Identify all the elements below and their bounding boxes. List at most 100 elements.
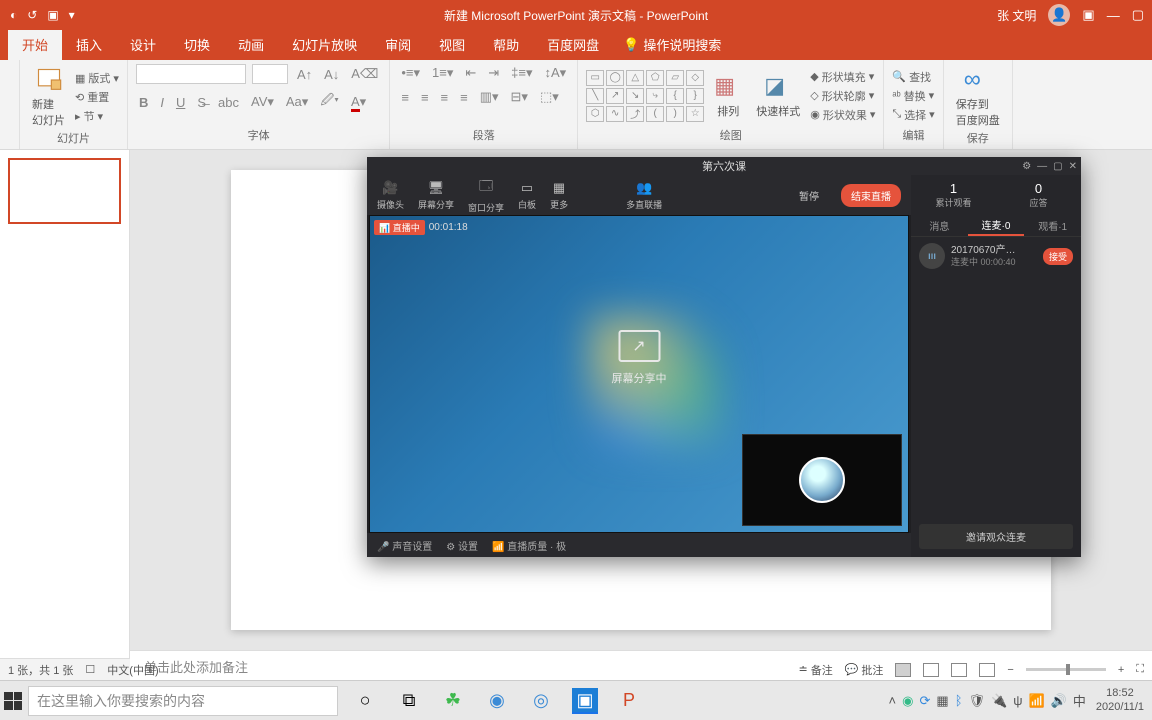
tab-transitions[interactable]: 切换 (170, 29, 224, 60)
tab-watch[interactable]: 观看·1 (1024, 215, 1081, 236)
align-center-button[interactable]: ≡ (418, 89, 432, 106)
find-button[interactable]: 🔍查找 (892, 69, 934, 85)
slideshow-view-button[interactable] (979, 663, 995, 677)
tray-app-icon[interactable]: ▦ (936, 693, 948, 709)
spacing-button[interactable]: AV▾ (248, 93, 277, 111)
font-color-button[interactable]: A▾ (348, 93, 369, 111)
reading-view-button[interactable] (951, 663, 967, 677)
clear-format-icon[interactable]: A⌫ (348, 65, 381, 83)
user-avatar-icon[interactable]: 👤 (1048, 4, 1070, 26)
select-button[interactable]: ⤡选择▾ (892, 107, 934, 123)
save-to-baidu-button[interactable]: ∞ 保存到 百度网盘 (952, 64, 1004, 130)
browser-icon-1[interactable]: ◉ (484, 688, 510, 714)
shadow-button[interactable]: abc (215, 94, 242, 111)
whiteboard-button[interactable]: ▭白板 (518, 180, 536, 211)
zoom-in-button[interactable]: + (1118, 664, 1124, 676)
increase-font-icon[interactable]: A↑ (294, 66, 315, 83)
tray-sync-icon[interactable]: ⟳ (919, 693, 930, 709)
undo-icon[interactable]: ↺ (27, 8, 37, 22)
spellcheck-icon[interactable]: ☐ (85, 663, 95, 676)
align-right-button[interactable]: ≡ (438, 89, 452, 106)
shape-outline-button[interactable]: ◇形状轮廓▾ (810, 88, 875, 104)
tab-view[interactable]: 视图 (425, 29, 479, 60)
section-button[interactable]: ▸节▾ (75, 108, 119, 124)
indent-increase-button[interactable]: ⇥ (485, 64, 502, 82)
tab-animations[interactable]: 动画 (224, 29, 278, 60)
text-direction-button[interactable]: ↕A▾ (542, 64, 570, 82)
tab-messages[interactable]: 消息 (911, 215, 968, 236)
zoom-slider[interactable] (1026, 668, 1106, 671)
wechat-icon[interactable]: ☘ (440, 688, 466, 714)
shape-effects-button[interactable]: ◉形状效果▾ (810, 107, 875, 123)
tab-insert[interactable]: 插入 (62, 29, 116, 60)
normal-view-button[interactable] (895, 663, 911, 677)
arrange-button[interactable]: ▦ 排列 (710, 71, 746, 121)
user-name[interactable]: 张 文明 (997, 7, 1036, 24)
columns-button[interactable]: ▥▾ (477, 88, 502, 106)
end-stream-button[interactable]: 结束直播 (841, 184, 901, 207)
audio-settings-button[interactable]: 🎤 声音设置 (377, 538, 432, 553)
indent-decrease-button[interactable]: ⇤ (462, 64, 479, 82)
decrease-font-icon[interactable]: A↓ (321, 66, 342, 83)
strikethrough-button[interactable]: S̶ (194, 94, 209, 111)
justify-button[interactable]: ≡ (457, 89, 471, 106)
notes-toggle-button[interactable]: ≐备注 (799, 662, 833, 678)
ls-minimize-icon[interactable]: — (1037, 161, 1047, 172)
invite-button[interactable]: 邀请观众连麦 (919, 524, 1073, 549)
tray-bluetooth-icon[interactable]: ᛒ (955, 693, 963, 708)
numbering-button[interactable]: 1≡▾ (429, 64, 456, 82)
ls-close-icon[interactable]: ✕ (1069, 161, 1077, 172)
tray-wifi-icon[interactable]: 📶 (1028, 693, 1044, 709)
tell-me-search[interactable]: 💡 操作说明搜索 (613, 29, 731, 60)
quality-indicator[interactable]: 📶 直播质量 · 极 (492, 538, 566, 553)
powerpoint-icon[interactable]: P (616, 688, 642, 714)
font-name-combobox[interactable] (136, 64, 246, 84)
tray-volume-icon[interactable]: 🔊 (1051, 693, 1067, 709)
bullets-button[interactable]: •≡▾ (398, 64, 423, 82)
start-button[interactable] (4, 692, 22, 710)
tray-power-icon[interactable]: 🔌 (991, 693, 1007, 709)
highlight-button[interactable]: 🖉▾ (317, 90, 342, 114)
slide-thumbnail-1[interactable] (8, 158, 121, 224)
reset-button[interactable]: ⟲重置 (75, 89, 119, 105)
new-slide-button[interactable]: 新建 幻灯片 (28, 64, 69, 130)
bold-button[interactable]: B (136, 94, 151, 111)
tab-design[interactable]: 设计 (116, 29, 170, 60)
qat-dropdown-icon[interactable]: ▾ (69, 8, 75, 22)
stream-settings-button[interactable]: ⚙ 设置 (446, 538, 478, 553)
screen-share-button[interactable]: 🖥屏幕分享 (418, 180, 454, 211)
window-share-button[interactable]: 🗔窗口分享 (468, 177, 504, 214)
minimize-button[interactable]: — (1107, 8, 1120, 23)
maximize-button[interactable]: ▢ (1132, 7, 1144, 23)
tray-ime-icon[interactable]: 中 (1073, 691, 1086, 710)
tray-security-icon[interactable]: 🛡 (969, 693, 986, 709)
fit-to-window-button[interactable]: ⛶ (1136, 663, 1144, 676)
camera-button[interactable]: 🎥摄像头 (377, 180, 404, 211)
pause-button[interactable]: 暂停 (791, 185, 827, 206)
livestream-titlebar[interactable]: 第六次课 ⚙ — ▢ ✕ (367, 157, 1081, 175)
underline-button[interactable]: U (173, 94, 188, 111)
browser-icon-2[interactable]: ◎ (528, 688, 554, 714)
language-status[interactable]: 中文(中国) (107, 662, 158, 678)
clock[interactable]: 18:52 2020/11/1 (1092, 687, 1148, 713)
slideshow-icon[interactable]: ▣ (47, 8, 58, 22)
ls-settings-icon[interactable]: ⚙ (1022, 161, 1031, 172)
tab-baidu[interactable]: 百度网盘 (533, 29, 613, 60)
replace-button[interactable]: ᵃᵇ替换▾ (892, 88, 934, 104)
sorter-view-button[interactable] (923, 663, 939, 677)
accept-mic-button[interactable]: 接受 (1043, 248, 1073, 265)
multi-button[interactable]: 👥多直联播 (626, 180, 662, 211)
livestream-app-icon[interactable]: ▣ (572, 688, 598, 714)
tab-mic[interactable]: 连麦·0 (968, 215, 1025, 236)
italic-button[interactable]: I (157, 94, 167, 111)
comments-toggle-button[interactable]: 💬批注 (845, 662, 884, 678)
line-spacing-button[interactable]: ‡≡▾ (508, 64, 535, 82)
tab-review[interactable]: 审阅 (371, 29, 425, 60)
ribbon-display-options-icon[interactable]: ▣ (1082, 7, 1094, 23)
taskbar-search-input[interactable]: 在这里输入你要搜索的内容 (28, 686, 338, 716)
camera-preview[interactable] (742, 434, 902, 526)
shapes-gallery[interactable]: ▭◯△⬠▱◇ ╲↗↘⤷{} ⬡∿⤴()☆ (586, 70, 704, 122)
ls-maximize-icon[interactable]: ▢ (1053, 161, 1062, 172)
cortana-icon[interactable]: ○ (352, 688, 378, 714)
align-text-button[interactable]: ⊟▾ (508, 88, 531, 106)
